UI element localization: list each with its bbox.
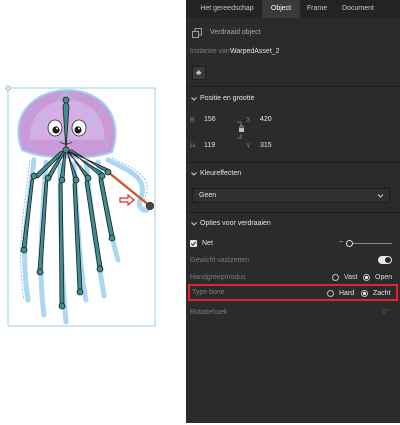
- y-field[interactable]: 315: [256, 140, 286, 153]
- divider: [186, 86, 400, 87]
- fix-weight-label: Gewicht vastzetten: [190, 257, 250, 264]
- registration-point: [5, 85, 11, 91]
- rotation-angle-value[interactable]: 0°: [382, 309, 389, 316]
- net-slider-thumb[interactable]: [346, 240, 353, 247]
- handle-mode-open-radio[interactable]: [363, 274, 370, 281]
- tab-document[interactable]: Document: [336, 0, 380, 18]
- bone-type-soft-label: Zacht: [373, 290, 391, 297]
- pointer-arrow-icon: [119, 193, 135, 207]
- lock-icon[interactable]: [236, 121, 246, 139]
- fix-weight-toggle[interactable]: [378, 256, 392, 264]
- handle-mode-fixed-label: Vast: [344, 274, 358, 281]
- chevron-down-icon: [377, 194, 384, 198]
- tab-frame[interactable]: Frame: [302, 0, 332, 18]
- bone-type-hard-label: Hard: [339, 290, 355, 297]
- bone-type-soft-radio[interactable]: [361, 290, 368, 297]
- symbol-icon: ♣: [196, 68, 202, 77]
- color-effect-dropdown[interactable]: Geen: [192, 188, 390, 203]
- x-field[interactable]: 420: [256, 114, 286, 127]
- handle-mode-open-label: Open: [375, 274, 393, 281]
- properties-panel: Het gereedschap Object Frame Document Ve…: [186, 0, 400, 423]
- width-label: B: [190, 117, 195, 124]
- stage-canvas[interactable]: [0, 0, 186, 423]
- height-field[interactable]: 119: [200, 140, 230, 153]
- tab-object[interactable]: Object: [262, 0, 300, 18]
- height-label: H: [190, 143, 196, 150]
- stage-artwork: [5, 85, 156, 327]
- net-checkbox[interactable]: [190, 240, 197, 247]
- chevron-down-icon[interactable]: [190, 95, 198, 103]
- chevron-down-icon[interactable]: [190, 220, 198, 228]
- handle-mode-label: Handgreepmodus: [190, 274, 246, 281]
- object-type-label: Verdraaid object: [210, 29, 261, 36]
- panel-tab-bar: Het gereedschap Object Frame Document: [186, 0, 400, 18]
- instance-row: Instantie van WarpedAsset_2: [186, 46, 400, 58]
- net-slider-minus: −: [339, 239, 344, 246]
- divider: [186, 162, 400, 163]
- checkmark-icon: [190, 241, 197, 246]
- instance-name[interactable]: WarpedAsset_2: [230, 48, 280, 55]
- width-field[interactable]: 156: [200, 114, 230, 127]
- x-label: X: [246, 117, 251, 124]
- bone-type-label: Type bone: [192, 289, 225, 296]
- object-type-row: Verdraaid object: [186, 26, 400, 40]
- net-label: Net: [202, 240, 213, 247]
- instance-label: Instantie van: [190, 48, 230, 55]
- color-effect-value: Geen: [199, 192, 217, 199]
- chevron-down-icon[interactable]: [190, 170, 198, 178]
- warp-object-icon: [192, 28, 202, 38]
- rotation-angle-label: Rotatiehoek: [190, 309, 228, 316]
- section-title-warp-options[interactable]: Opties voor verdraaien: [200, 220, 271, 227]
- handle-mode-fixed-radio[interactable]: [332, 274, 339, 281]
- y-label: Y: [246, 143, 251, 150]
- section-title-position-size[interactable]: Positie en grootte: [200, 95, 254, 102]
- tab-tool[interactable]: Het gereedschap: [196, 0, 258, 18]
- section-title-color-effects[interactable]: Kleureffecten: [200, 170, 241, 177]
- swap-symbol-button[interactable]: ♣: [192, 66, 206, 80]
- bone-type-hard-radio[interactable]: [327, 290, 334, 297]
- divider: [186, 212, 400, 213]
